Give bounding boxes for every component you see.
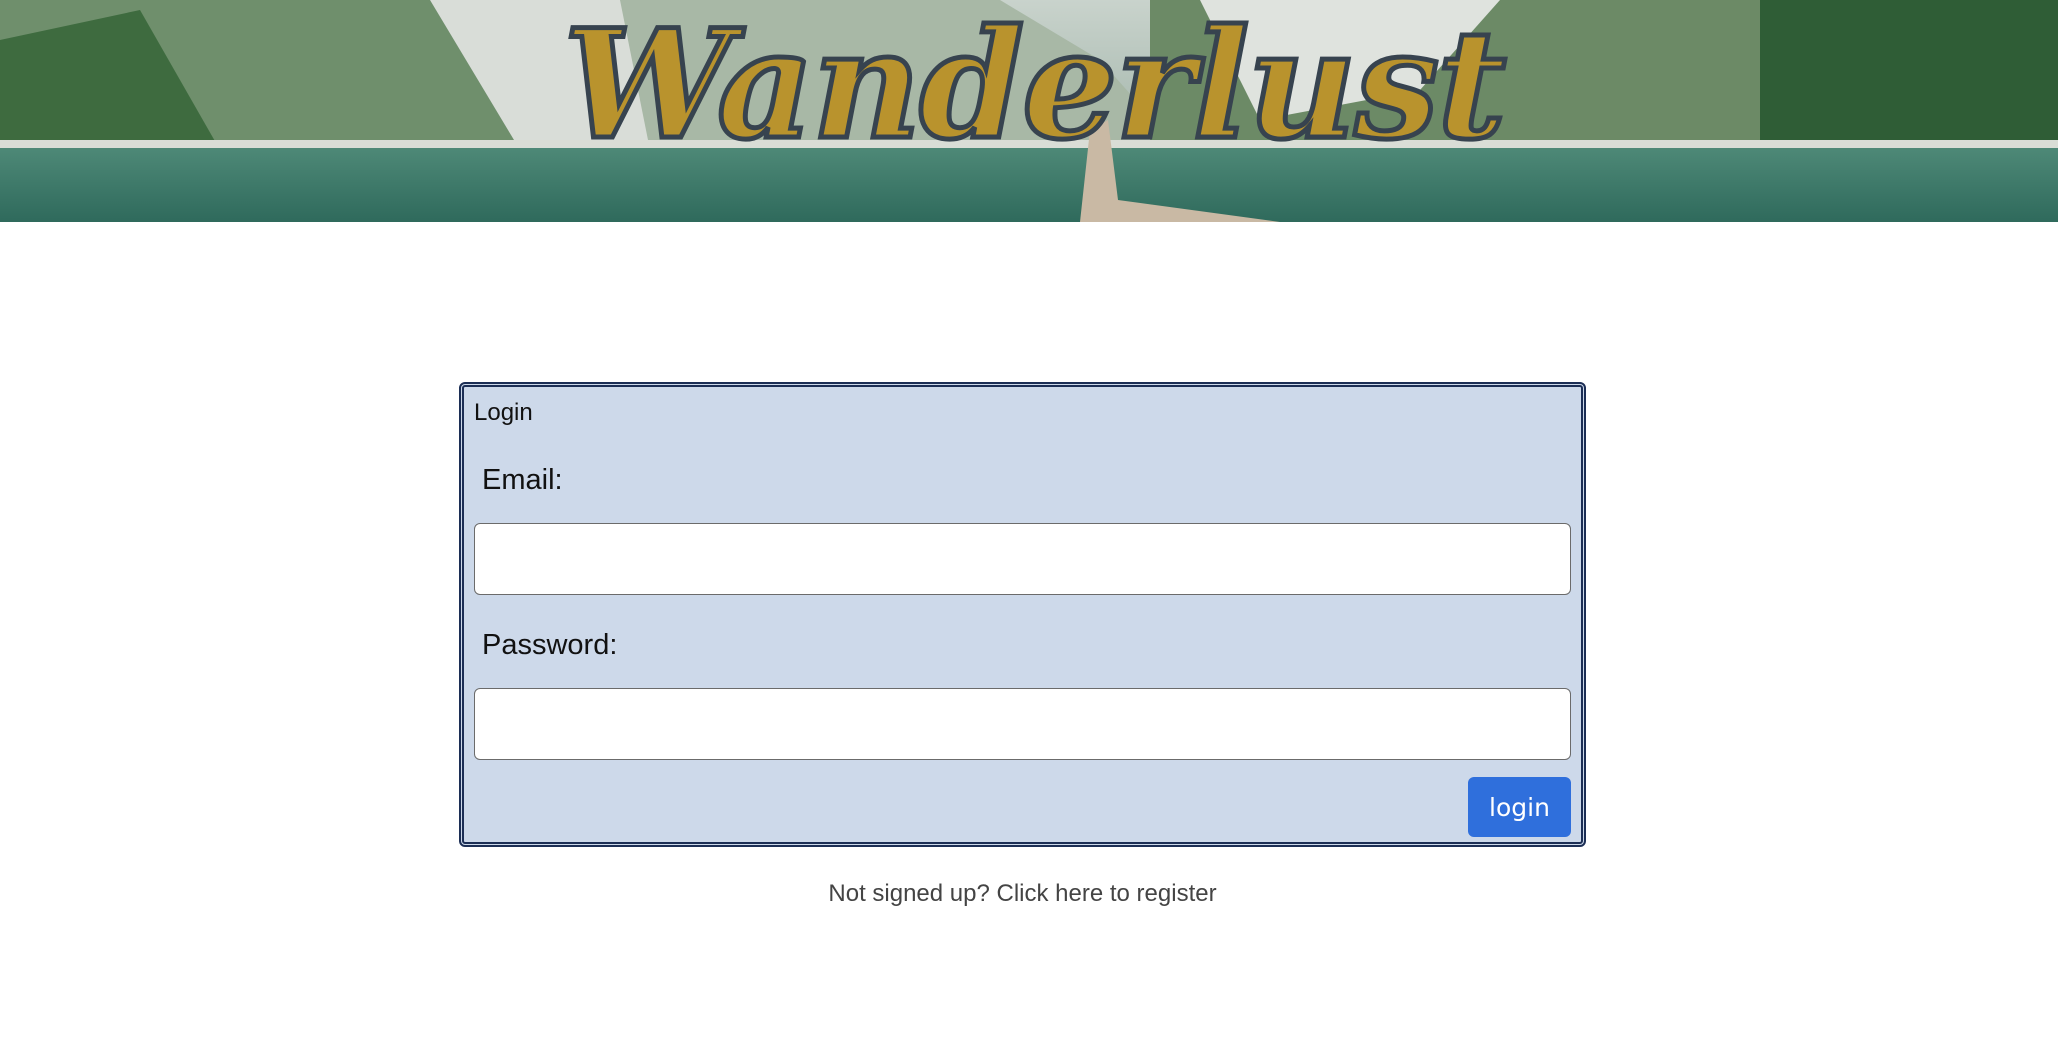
email-label: Email: xyxy=(482,464,563,496)
header-banner: Wanderlust xyxy=(0,0,2058,222)
password-input[interactable] xyxy=(474,688,1571,760)
login-card-title: Login xyxy=(474,399,533,426)
password-label: Password: xyxy=(482,629,618,661)
register-link[interactable]: Not signed up? Click here to register xyxy=(0,880,2045,908)
login-button[interactable]: login xyxy=(1468,777,1571,837)
site-logo[interactable]: Wanderlust xyxy=(0,0,2058,180)
email-input[interactable] xyxy=(474,523,1571,595)
login-card: Login Email: Password: login xyxy=(459,382,1586,847)
